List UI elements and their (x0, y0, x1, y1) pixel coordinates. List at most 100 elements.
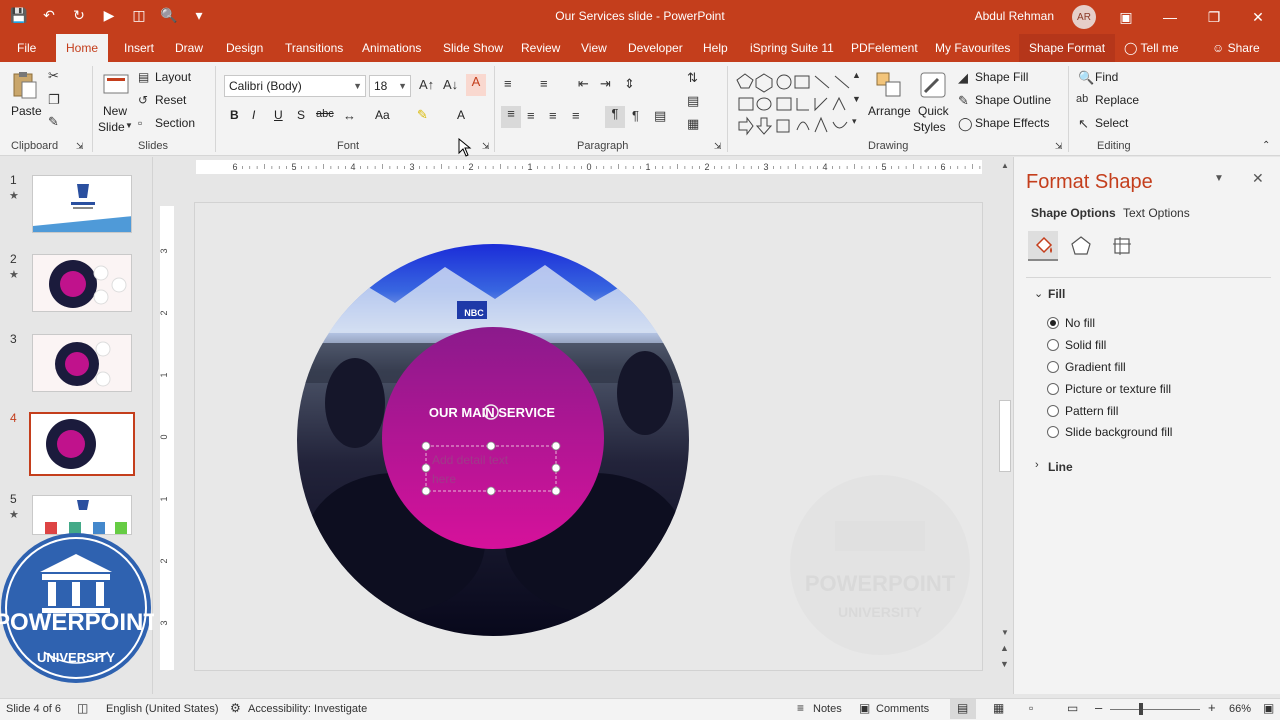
tab-slide-show[interactable]: Slide Show (441, 34, 505, 62)
character-spacing-icon[interactable]: ↔ (343, 108, 356, 123)
size-properties-icon[interactable] (1111, 235, 1133, 257)
radio-button[interactable] (1047, 405, 1059, 417)
tab-shape-options[interactable]: Shape Options (1031, 206, 1116, 220)
slide-thumbnail-5[interactable] (32, 495, 132, 535)
line-spacing-icon[interactable]: ⇕ (624, 76, 635, 92)
font-size-select[interactable]: 18 ▼ (369, 75, 411, 97)
slide-thumbnail-1[interactable] (32, 175, 132, 233)
slide-sorter-icon[interactable]: ▦ (993, 701, 1004, 715)
tab-help[interactable]: Help (701, 34, 730, 62)
collapse-ribbon-icon[interactable]: ⌃ (1262, 140, 1270, 151)
select-button[interactable]: Select (1095, 116, 1128, 130)
shadow-button[interactable]: S (297, 108, 305, 122)
maximize-icon[interactable]: ❐ (1192, 0, 1236, 34)
scroll-thumb[interactable] (999, 400, 1011, 472)
tab-pdfelement[interactable]: PDFelement (849, 34, 920, 62)
scroll-up-icon[interactable]: ▲ (1001, 161, 1009, 170)
tab-animations[interactable]: Animations (360, 34, 423, 62)
scroll-down-icon[interactable]: ▼ (1001, 628, 1009, 637)
decrease-indent-icon[interactable]: ⇤ (578, 76, 589, 92)
zoom-slider[interactable] (1110, 709, 1200, 710)
find-button[interactable]: Find (1095, 70, 1118, 84)
picture-texture-fill-option[interactable]: Picture or texture fill (1047, 382, 1171, 396)
pattern-fill-option[interactable]: Pattern fill (1047, 404, 1118, 418)
bullets-icon[interactable]: ≡ (504, 76, 512, 91)
slide-thumbnail-2[interactable] (32, 254, 132, 312)
slide-thumbnail-4[interactable] (29, 412, 135, 476)
tab-ispring[interactable]: iSpring Suite 11 (748, 34, 836, 62)
solid-fill-option[interactable]: Solid fill (1047, 338, 1106, 352)
align-text-icon[interactable]: ▤ (687, 93, 699, 109)
quick-styles-label[interactable]: Quick (918, 104, 949, 118)
align-right-icon[interactable]: ≡ (549, 108, 557, 123)
align-left-icon[interactable]: ≡ (501, 106, 521, 128)
arrange-icon[interactable] (874, 70, 904, 100)
tab-transitions[interactable]: Transitions (283, 34, 345, 62)
new-slide-label[interactable]: New (103, 104, 127, 118)
section-button[interactable]: Section (155, 116, 195, 130)
language-indicator[interactable]: English (United States) (106, 703, 219, 715)
shapes-gallery[interactable] (735, 70, 863, 136)
no-fill-option[interactable]: No fill (1047, 316, 1095, 330)
change-case-button[interactable]: Aa (375, 108, 390, 122)
increase-font-icon[interactable]: A↑ (419, 77, 434, 92)
gradient-fill-option[interactable]: Gradient fill (1047, 360, 1126, 374)
arrange-button[interactable]: Arrange (868, 104, 911, 118)
shapes-scroll-up-icon[interactable]: ▲ (852, 70, 861, 80)
fill-section-header[interactable]: Fill (1048, 287, 1065, 301)
tab-shape-format[interactable]: Shape Format (1019, 34, 1116, 62)
replace-button[interactable]: Replace (1095, 93, 1139, 107)
radio-button[interactable] (1047, 361, 1059, 373)
slide-heading[interactable]: OUR MAIN SERVICE (429, 405, 555, 420)
chevron-down-icon[interactable]: ▼ (125, 121, 133, 130)
align-center-icon[interactable]: ≡ (527, 108, 535, 123)
tab-my-favourites[interactable]: My Favourites (933, 34, 1012, 62)
clipboard-launcher-icon[interactable]: ⇲ (76, 141, 84, 152)
zoom-in-icon[interactable]: + (1208, 700, 1216, 715)
avatar[interactable]: AR (1072, 5, 1096, 29)
paste-button[interactable]: Paste (11, 104, 42, 118)
accessibility-indicator[interactable]: Accessibility: Investigate (248, 703, 367, 715)
shape-fill-button[interactable]: Shape Fill (975, 70, 1028, 84)
justify-icon[interactable]: ≡ (572, 108, 580, 123)
new-slide-icon[interactable] (101, 70, 131, 100)
notes-button[interactable]: Notes (813, 703, 842, 715)
share-button[interactable]: ☺ Share (1210, 34, 1262, 62)
slide-thumbnail-3[interactable] (32, 334, 132, 392)
fill-expand-icon[interactable]: ⌄ (1034, 287, 1043, 300)
quick-styles-label-2[interactable]: Styles (913, 120, 946, 134)
reset-button[interactable]: Reset (155, 93, 186, 107)
radio-button[interactable] (1047, 383, 1059, 395)
tab-text-options[interactable]: Text Options (1123, 206, 1190, 220)
spelling-icon[interactable]: ◫ (77, 701, 88, 715)
minimize-icon[interactable]: — (1148, 0, 1192, 34)
user-name[interactable]: Abdul Rehman (975, 9, 1054, 23)
tab-design[interactable]: Design (224, 34, 265, 62)
shape-outline-button[interactable]: Shape Outline (975, 93, 1051, 107)
comments-button[interactable]: Comments (876, 703, 929, 715)
tab-draw[interactable]: Draw (173, 34, 205, 62)
fit-to-window-icon[interactable]: ▣ (1263, 701, 1274, 715)
text-direction-icon[interactable]: ⇅ (687, 70, 698, 86)
shapes-more-icon[interactable]: ▾ (852, 116, 857, 127)
paste-icon[interactable] (10, 70, 40, 100)
new-slide-label-2[interactable]: Slide (98, 120, 125, 134)
font-color-button[interactable]: A (457, 108, 465, 122)
tab-review[interactable]: Review (519, 34, 562, 62)
slide-canvas[interactable]: POWERPOINT UNIVERSITY NBC OUR MAIN SERVI… (194, 202, 983, 671)
zoom-out-icon[interactable]: – (1095, 700, 1102, 715)
radio-button[interactable] (1047, 426, 1059, 438)
format-painter-icon[interactable]: ✎ (48, 114, 59, 130)
columns-icon[interactable]: ▤ (654, 108, 666, 124)
clear-formatting-icon[interactable]: A (466, 74, 486, 96)
previous-slide-icon[interactable]: ▲ (1000, 643, 1009, 653)
paragraph-launcher-icon[interactable]: ⇲ (714, 141, 722, 152)
next-slide-icon[interactable]: ▼ (1000, 659, 1009, 669)
shapes-scroll-down-icon[interactable]: ▼ (852, 94, 861, 104)
zoom-slider-thumb[interactable] (1139, 703, 1143, 715)
close-icon[interactable]: ✕ (1236, 0, 1280, 34)
quick-styles-icon[interactable] (918, 70, 948, 100)
radio-button[interactable] (1047, 317, 1059, 329)
bold-button[interactable]: B (230, 108, 239, 122)
shape-effects-button[interactable]: Shape Effects (975, 116, 1050, 130)
